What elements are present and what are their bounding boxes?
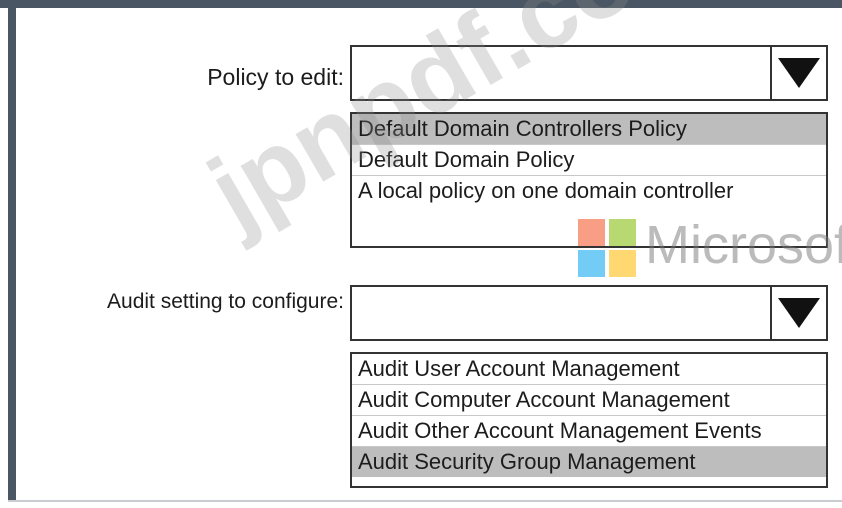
logo-square <box>578 219 605 246</box>
window-frame-left <box>8 8 16 500</box>
audit-label: Audit setting to configure: <box>107 290 344 313</box>
audit-option[interactable]: Audit User Account Management <box>352 354 826 385</box>
audit-dropdown-button[interactable] <box>770 287 826 339</box>
audit-option[interactable]: Audit Other Account Management Events <box>352 416 826 447</box>
audit-dropdown[interactable] <box>350 285 828 341</box>
logo-square <box>578 250 605 277</box>
window-frame-top <box>0 0 842 8</box>
dropdown-arrow-icon <box>778 58 820 88</box>
logo-square <box>609 250 636 277</box>
policy-dropdown[interactable] <box>350 45 828 101</box>
window-frame-bottom <box>8 500 842 502</box>
audit-option[interactable]: Audit Security Group Management <box>352 447 826 477</box>
audit-option[interactable]: Audit Computer Account Management <box>352 385 826 416</box>
dropdown-arrow-icon <box>778 298 820 328</box>
policy-option[interactable]: A local policy on one domain controller <box>352 176 826 206</box>
audit-options-list: Audit User Account Management Audit Comp… <box>350 352 828 488</box>
policy-option[interactable]: Default Domain Controllers Policy <box>352 114 826 145</box>
microsoft-logo-icon <box>578 219 636 277</box>
policy-label: Policy to edit: <box>207 64 344 90</box>
logo-square <box>609 219 636 246</box>
policy-dropdown-button[interactable] <box>770 47 826 99</box>
policy-option[interactable]: Default Domain Policy <box>352 145 826 176</box>
